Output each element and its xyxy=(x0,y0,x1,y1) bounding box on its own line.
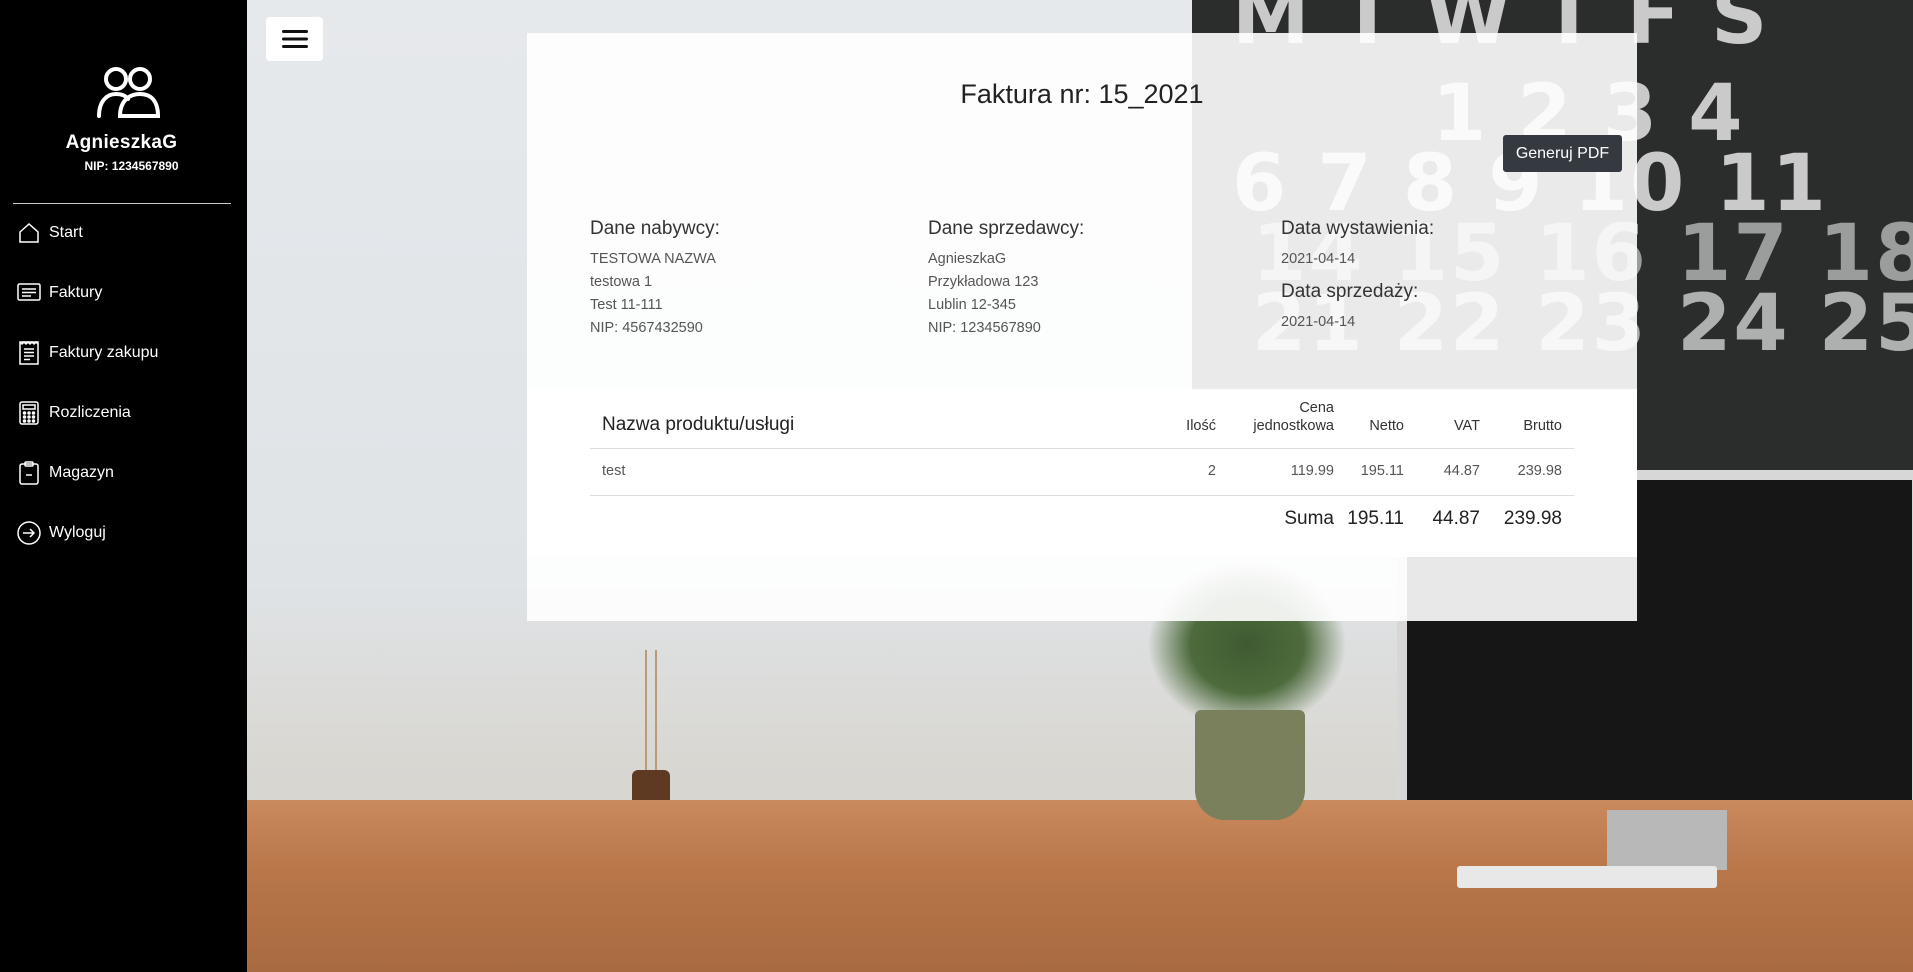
sidebar-item-magazyn[interactable]: Magazyn xyxy=(16,459,114,487)
row-name: test xyxy=(602,463,626,479)
col-header-unit-price-line2: jednostkowa xyxy=(1253,418,1334,434)
sidebar-item-label: Faktury zakupu xyxy=(49,344,159,361)
hamburger-icon xyxy=(281,30,308,48)
seller-nip: NIP: 1234567890 xyxy=(928,320,1041,336)
monitor-stand xyxy=(1607,810,1727,870)
row-net: 195.11 xyxy=(1360,463,1404,479)
generate-pdf-button[interactable]: Generuj PDF xyxy=(1503,135,1622,172)
col-header-gross: Brutto xyxy=(1523,418,1562,434)
keyboard xyxy=(1457,866,1717,888)
buyer-street: testowa 1 xyxy=(590,274,653,290)
col-header-vat: VAT xyxy=(1453,418,1480,434)
row-unit-price: 119.99 xyxy=(1290,463,1334,479)
seller-name: AgnieszkaG xyxy=(928,251,1007,267)
sum-net: 195.11 xyxy=(1347,508,1404,529)
sidebar-item-label: Start xyxy=(49,224,83,241)
invoice-title: Faktura nr: 15_2021 xyxy=(960,79,1204,109)
invoice-card: Faktura nr: 15_2021 Generuj PDF Dane nab… xyxy=(527,33,1637,621)
sidebar-item-label: Faktury xyxy=(49,284,103,301)
issue-date: 2021-04-14 xyxy=(1281,251,1356,267)
sum-gross: 239.98 xyxy=(1503,508,1562,529)
plant-pot xyxy=(1195,710,1305,820)
row-gross: 239.98 xyxy=(1517,463,1562,479)
items-table: Nazwa produktu/usługi Ilość Cena jednost… xyxy=(590,389,1574,544)
seller-street: Przykładowa 123 xyxy=(928,274,1039,290)
user-name: AgnieszkaG xyxy=(65,132,178,153)
col-header-qty: Ilość xyxy=(1186,418,1216,434)
arrow-right-circle-icon xyxy=(16,520,42,546)
buyer-name: TESTOWA NAZWA xyxy=(590,251,716,267)
row-vat: 44.87 xyxy=(1443,463,1480,479)
sidebar-item-wyloguj[interactable]: Wyloguj xyxy=(16,519,106,547)
menu-toggle-button[interactable] xyxy=(266,17,323,61)
buyer-nip: NIP: 4567432590 xyxy=(590,320,703,336)
sale-date-label: Data sprzedaży: xyxy=(1281,281,1419,302)
sale-date: 2021-04-14 xyxy=(1281,314,1356,330)
table-sum-row: Suma 195.11 44.87 239.98 xyxy=(590,496,1574,544)
table-row: test 2 119.99 195.11 44.87 239.98 xyxy=(590,449,1574,496)
sidebar-item-label: Rozliczenia xyxy=(49,404,131,421)
document-lines-icon xyxy=(16,280,42,306)
sum-label: Suma xyxy=(1284,508,1334,529)
sidebar-item-start[interactable]: Start xyxy=(16,219,83,247)
row-qty: 2 xyxy=(1207,463,1216,479)
diffuser-sticks xyxy=(637,650,667,775)
buyer-heading: Dane nabywcy: xyxy=(590,218,720,239)
seller-heading: Dane sprzedawcy: xyxy=(928,218,1085,239)
sidebar-item-faktury[interactable]: Faktury xyxy=(16,279,102,307)
items-table-panel: Nazwa produktu/usługi Ilość Cena jednost… xyxy=(527,389,1637,557)
col-header-name: Nazwa produktu/usługi xyxy=(602,414,795,435)
sidebar: AgnieszkaG NIP: 1234567890 Start Faktury… xyxy=(0,0,247,972)
calculator-icon xyxy=(16,400,42,426)
sidebar-divider xyxy=(13,203,231,204)
seller-city: Lublin 12-345 xyxy=(928,297,1016,313)
sidebar-item-label: Wyloguj xyxy=(49,524,106,541)
user-nip: NIP: 1234567890 xyxy=(84,159,179,173)
issue-date-label: Data wystawienia: xyxy=(1281,218,1435,239)
seller-details: Dane sprzedawcy: AgnieszkaG Przykładowa … xyxy=(928,218,1084,340)
users-icon xyxy=(97,67,160,118)
sidebar-item-faktury-zakupu[interactable]: Faktury zakupu xyxy=(16,339,158,367)
buyer-details: Dane nabywcy: TESTOWA NAZWA testowa 1 Te… xyxy=(590,218,720,340)
clipboard-icon xyxy=(16,460,42,486)
sidebar-item-label: Magazyn xyxy=(49,464,114,481)
sum-vat: 44.87 xyxy=(1432,508,1480,529)
table-header: Nazwa produktu/usługi Ilość Cena jednost… xyxy=(590,389,1574,449)
buyer-city: Test 11-111 xyxy=(590,297,663,313)
invoice-dates: Data wystawienia: 2021-04-14 Data sprzed… xyxy=(1281,218,1434,344)
col-header-net: Netto xyxy=(1369,418,1404,434)
col-header-unit-price-line1: Cena xyxy=(1299,400,1334,416)
sidebar-item-rozliczenia[interactable]: Rozliczenia xyxy=(16,399,131,427)
home-icon xyxy=(16,220,42,246)
receipt-icon xyxy=(16,340,42,366)
